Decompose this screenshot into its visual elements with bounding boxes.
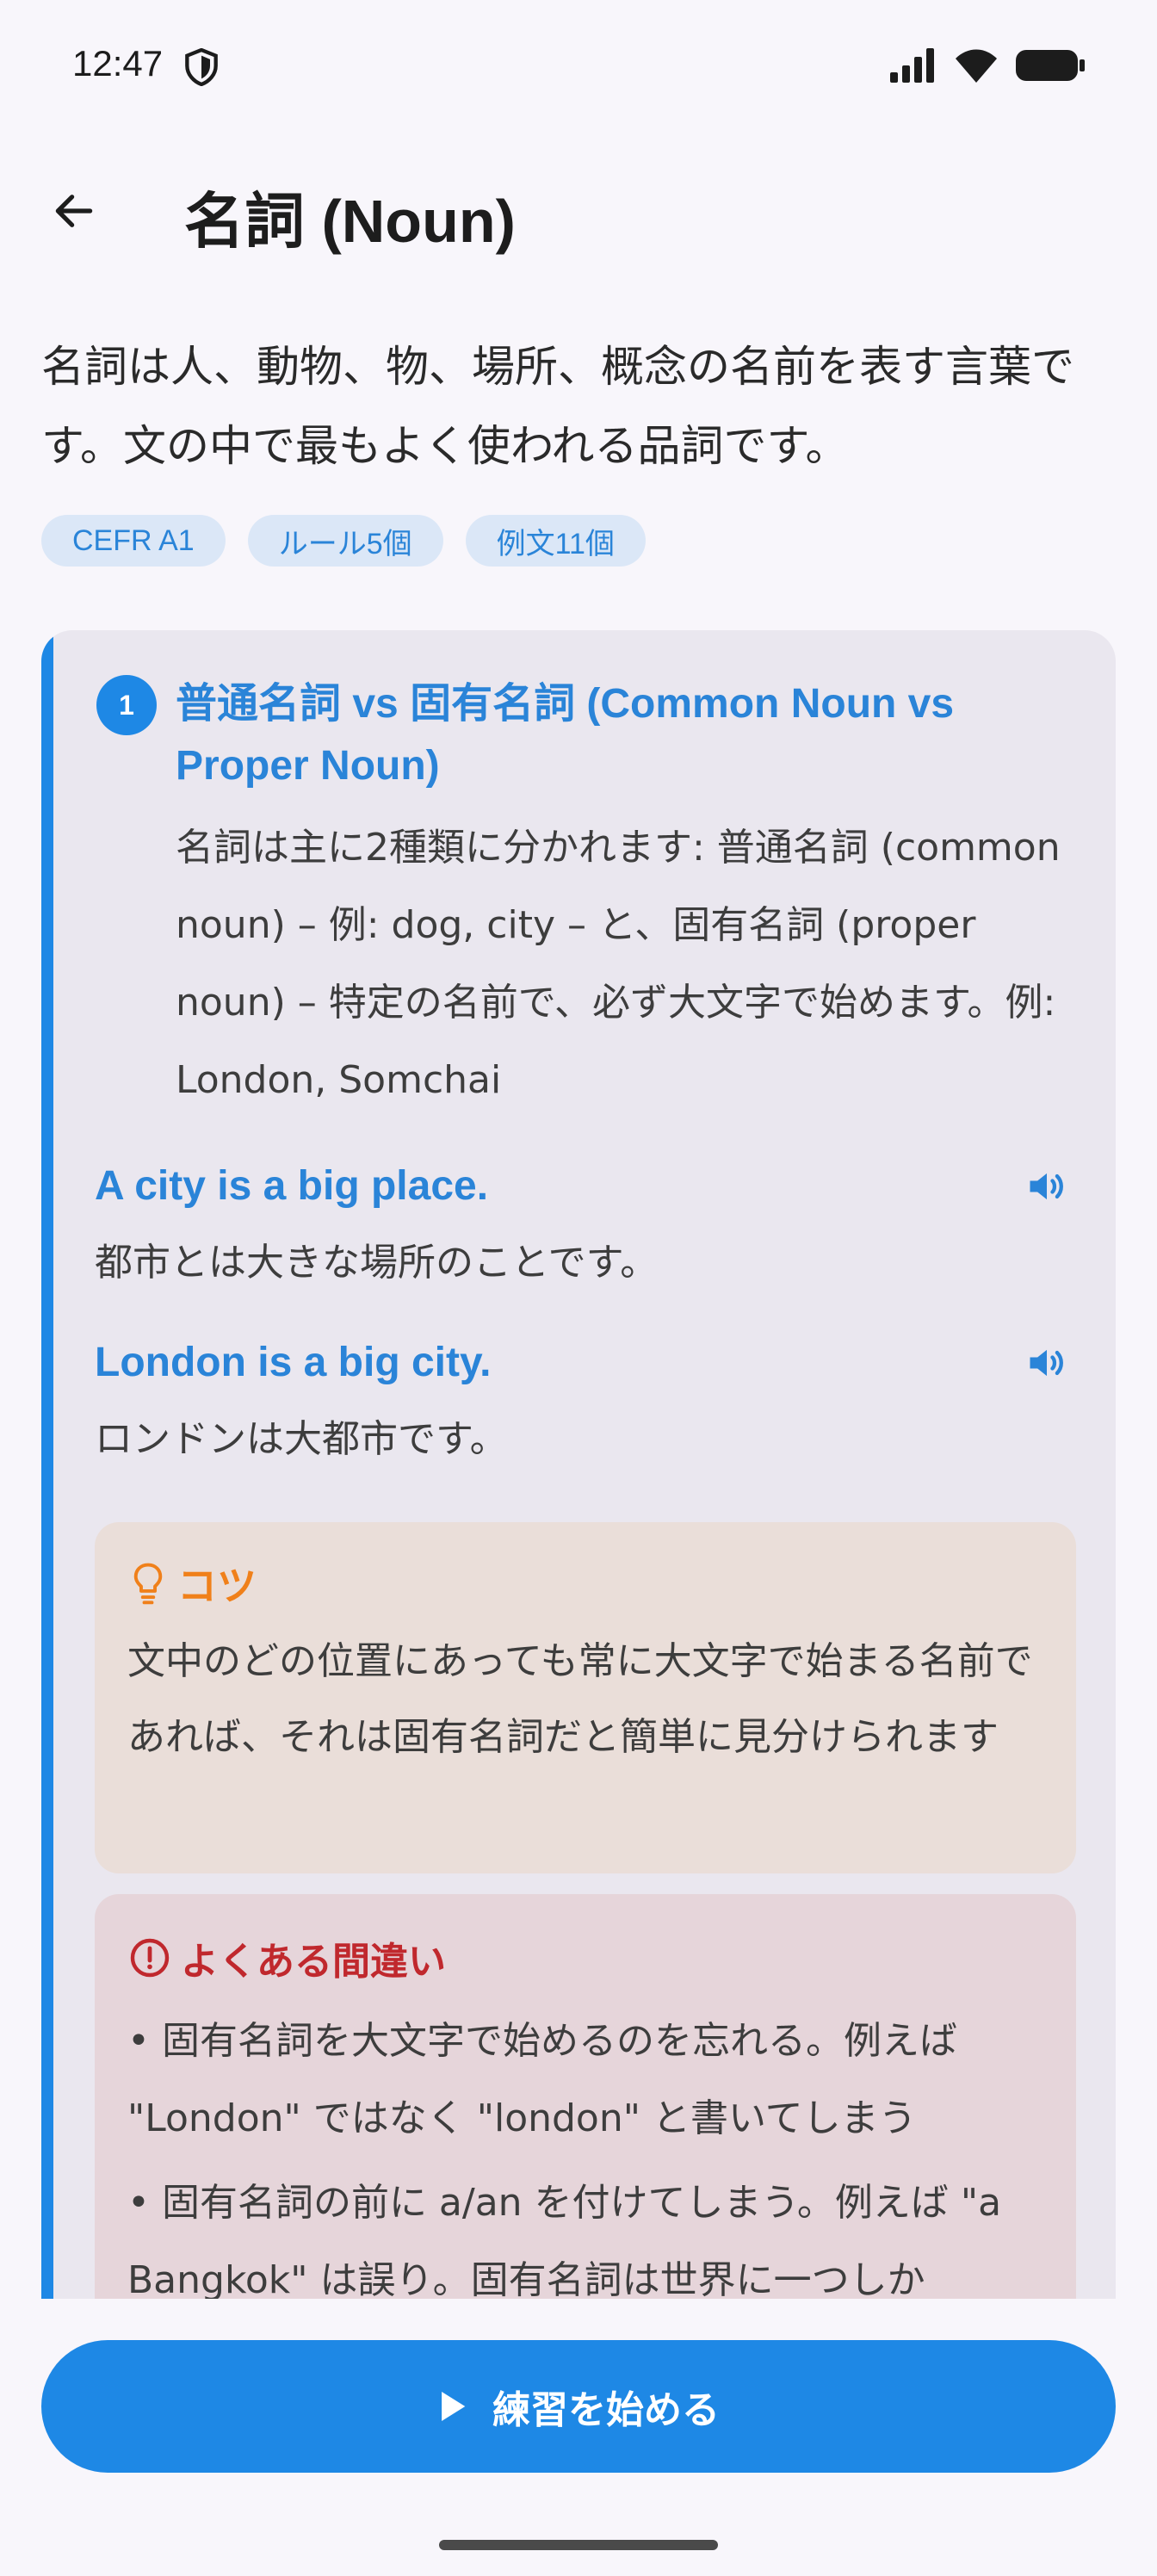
mistake-item: • 固有名詞の前に a/an を付けてしまう。例えば "a Bangkok" は… xyxy=(127,2181,1002,2299)
topic-description: 名詞は人、動物、物、場所、概念の名前を表す言葉です。文の中で最もよく使われる品詞… xyxy=(41,342,1074,471)
mistakes-list: • 固有名詞を大文字で始めるのを忘れる。例えば "London" ではなく "l… xyxy=(127,2003,1066,2299)
rule-title: 普通名詞 vs 固有名詞 (Common Noun vs Proper Noun… xyxy=(176,681,955,789)
example-count-chip: 例文11個 xyxy=(465,515,646,567)
status-icons xyxy=(890,48,1085,83)
signal-icon xyxy=(890,48,934,83)
error-icon xyxy=(130,1938,170,1978)
mistakes-title: よくある間違い xyxy=(181,1940,446,1984)
lightbulb-icon xyxy=(133,1563,163,1605)
tip-header: コツ xyxy=(129,1555,257,1612)
rules-scroll-area[interactable]: 1 普通名詞 vs 固有名詞 (Common Noun vs Proper No… xyxy=(0,603,1157,2299)
rule-number-badge: 1 xyxy=(96,675,157,735)
tip-title: コツ xyxy=(177,1563,257,1609)
arrow-back-icon xyxy=(55,195,93,227)
tip-box: コツ 文中のどの位置にあっても常に大文字で始まる名前であれば、それは固有名詞だと… xyxy=(95,1522,1076,1873)
rule-card-accent xyxy=(41,630,53,2299)
shield-icon xyxy=(185,48,218,86)
speaker-icon[interactable] xyxy=(1024,1164,1069,1209)
page-title: 名詞 (Noun) xyxy=(184,188,516,255)
cefr-level-chip: CEFR A1 xyxy=(41,515,226,567)
rule-count-chip: ルール5個 xyxy=(247,515,443,567)
common-mistakes-box: よくある間違い • 固有名詞を大文字で始めるのを忘れる。例えば "London"… xyxy=(95,1894,1076,2299)
example-english: London is a big city. xyxy=(95,1340,492,1385)
example-item: A city is a big place. 都市とは大きな場所のことです。 xyxy=(95,1155,1104,1293)
battery-icon xyxy=(1016,50,1085,81)
play-icon xyxy=(442,2392,466,2421)
rule-body: 名詞は主に2種類に分かれます: 普通名詞 (common noun) – 例: … xyxy=(176,826,1061,1102)
speaker-icon[interactable] xyxy=(1024,1341,1069,1385)
example-english: A city is a big place. xyxy=(95,1163,489,1209)
mistakes-header: よくある間違い xyxy=(129,1930,446,1985)
status-bar: 12:47 xyxy=(0,0,1157,138)
tip-text: 文中のどの位置にあっても常に大文字で始まる名前であれば、それは固有名詞だと簡単に… xyxy=(127,1639,1033,1759)
home-indicator[interactable] xyxy=(439,2540,718,2550)
example-translation: ロンドンは大都市です。 xyxy=(95,1417,508,1461)
start-practice-button[interactable]: 練習を始める xyxy=(41,2340,1116,2473)
example-translation: 都市とは大きな場所のことです。 xyxy=(95,1241,659,1285)
start-practice-label: 練習を始める xyxy=(492,2388,720,2432)
mistake-item: • 固有名詞を大文字で始めるのを忘れる。例えば "London" ではなく "l… xyxy=(127,2019,957,2140)
info-chips: CEFR A1 ルール5個 例文11個 xyxy=(41,515,646,567)
rule-card: 1 普通名詞 vs 固有名詞 (Common Noun vs Proper No… xyxy=(41,630,1116,2299)
example-item: London is a big city. ロンドンは大都市です。 xyxy=(95,1332,1104,1470)
status-time: 12:47 xyxy=(72,43,164,84)
back-button[interactable] xyxy=(41,178,107,244)
wifi-icon xyxy=(956,49,997,83)
app-bar: 名詞 (Noun) xyxy=(0,159,1157,263)
